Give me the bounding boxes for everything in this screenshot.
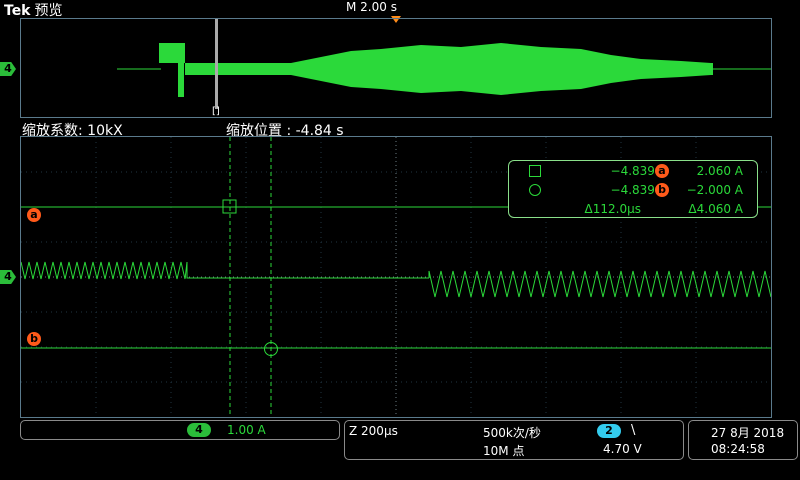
overview-channel-marker[interactable]: 4 xyxy=(0,62,16,76)
trigger-level: 4.70 V xyxy=(603,442,642,456)
delta-value: Δ4.060 A xyxy=(688,202,743,216)
channel-4-scale: 1.00 A xyxy=(227,423,266,437)
record-length: 10M 点 xyxy=(483,444,525,458)
overview-waveform xyxy=(117,19,771,109)
mode-label: 预览 xyxy=(34,3,63,19)
channel-4-badge: 4 xyxy=(0,270,16,284)
zoom-scale: Z 200µs xyxy=(349,424,398,438)
cursor1-time: −4.839 s xyxy=(610,164,665,178)
brand-logo: Tek 预览 xyxy=(4,0,63,20)
record-overview[interactable] xyxy=(20,18,772,118)
cursor-a-badge: a xyxy=(655,164,669,178)
brand-name: Tek xyxy=(4,3,31,19)
cursor-readout-panel[interactable]: −4.839 s a 2.060 A −4.839 s b −2.000 A Δ… xyxy=(508,160,758,218)
cursor-b-badge: b xyxy=(655,183,669,197)
trigger-channel-pill: 2 xyxy=(597,424,621,438)
circle-cursor-icon xyxy=(529,184,541,196)
date-time-box[interactable]: 27 8月 2018 08:24:58 xyxy=(688,420,798,460)
channel-4-status-box[interactable]: 4 1.00 A xyxy=(20,420,340,440)
timebase-readout[interactable]: M 2.00 s xyxy=(346,0,397,14)
acquisition-status-box[interactable]: Z 200µs 500k次/秒 10M 点 2 \ 4.70 V xyxy=(344,420,684,460)
time-display: 08:24:58 xyxy=(711,442,765,456)
cursor-a-marker[interactable]: a xyxy=(27,208,41,222)
date-display: 27 8月 2018 xyxy=(711,426,785,440)
channel-4-badge: 4 xyxy=(0,62,16,76)
overview-zoom-cursor[interactable]: [] xyxy=(212,106,220,117)
cursor-b-marker[interactable]: b xyxy=(27,332,41,346)
trigger-slope-icon: \ xyxy=(631,423,636,438)
cursor2-time: −4.839 s xyxy=(610,183,665,197)
square-cursor-icon xyxy=(529,165,541,177)
cursor-a-value: 2.060 A xyxy=(696,164,743,178)
delta-time: Δ112.0µs xyxy=(584,202,641,216)
channel-4-level-marker[interactable]: 4 xyxy=(0,270,16,284)
cursor-b-value: −2.000 A xyxy=(686,183,743,197)
channel-4-pill: 4 xyxy=(187,423,211,437)
sample-rate: 500k次/秒 xyxy=(483,426,541,440)
